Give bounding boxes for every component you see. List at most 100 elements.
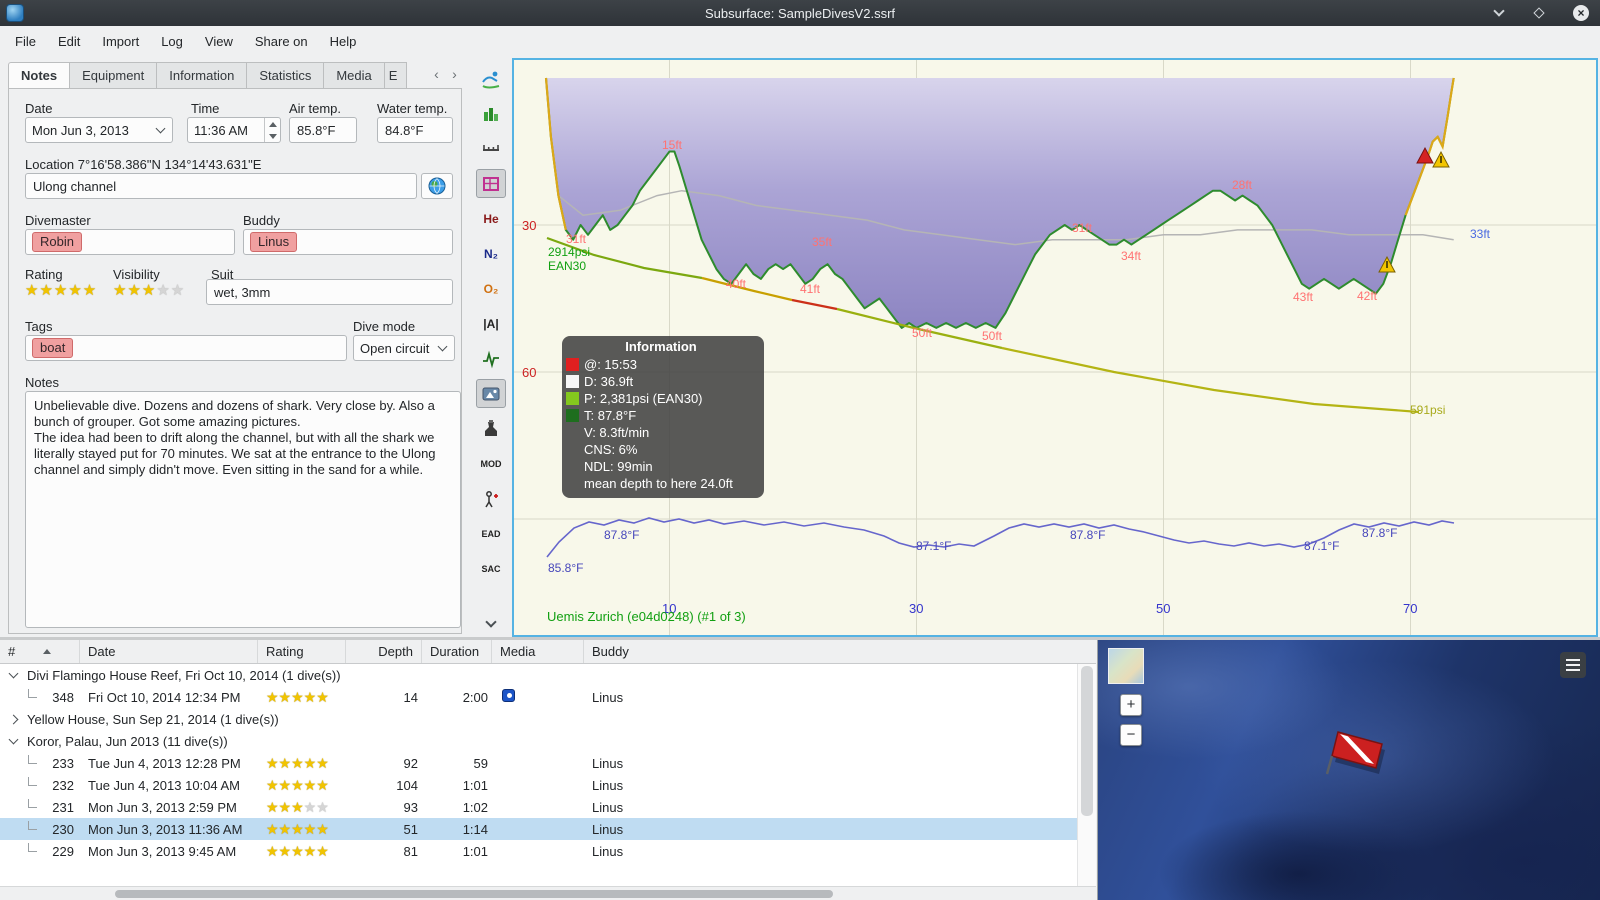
location-globe-button[interactable] (421, 173, 453, 199)
mod-toggle-button[interactable]: MOD (476, 449, 506, 478)
ambient-pressure-icon: |A| (483, 316, 499, 331)
notes-textarea[interactable]: Unbelievable dive. Dozens and dozens of … (25, 391, 461, 628)
dive-row-selected[interactable]: 230 Mon Jun 3, 2013 11:36 AM ★★★★★ 51 1:… (0, 818, 1096, 840)
buddy-chip[interactable]: Linus (250, 232, 298, 252)
tab-media[interactable]: Media (324, 62, 385, 89)
vertical-scrollbar[interactable] (1077, 664, 1096, 886)
dive-duration: 1:01 (462, 777, 488, 793)
dive-site-flag-marker[interactable] (1326, 718, 1396, 782)
menu-file[interactable]: File (4, 30, 47, 53)
menu-help[interactable]: Help (319, 30, 368, 53)
tag-chip[interactable]: boat (32, 338, 74, 358)
col-header-number[interactable]: # (0, 640, 80, 663)
tab-extra[interactable]: E (384, 62, 407, 89)
ambient-pressure-toggle-button[interactable]: |A| (476, 309, 506, 338)
dive-rating: ★★★★★ (266, 776, 329, 793)
location-field[interactable] (25, 173, 417, 199)
tab-scroll-right[interactable]: › (447, 66, 462, 84)
collapse-caret-icon[interactable] (8, 668, 19, 679)
divemaster-chip[interactable]: Robin (32, 232, 82, 252)
menu-view[interactable]: View (194, 30, 244, 53)
map-zoom-in-button[interactable]: + (1120, 694, 1142, 716)
time-spinbox[interactable]: 11:36 AM (187, 117, 281, 143)
heart-rate-toggle-button[interactable] (476, 344, 506, 373)
dive-row[interactable]: 231 Mon Jun 3, 2013 2:59 PM ★★★★★ 93 1:0… (0, 796, 1096, 818)
col-header-rating[interactable]: Rating (258, 640, 346, 663)
tab-information[interactable]: Information (157, 62, 248, 89)
tags-field[interactable]: boat (25, 335, 347, 361)
nitrogen-icon: N₂ (484, 246, 498, 261)
map-zoom-out-button[interactable]: − (1120, 724, 1142, 746)
map-panel[interactable]: + − (1097, 640, 1600, 900)
dive-mode-select[interactable]: Open circuit (353, 335, 455, 361)
title-bar: Subsurface: SampleDivesV2.ssrf × (0, 0, 1600, 26)
maximize-button[interactable] (1530, 4, 1548, 22)
pp-oxygen-toggle-button[interactable]: O₂ (476, 274, 506, 303)
menu-import[interactable]: Import (91, 30, 150, 53)
menu-share-on[interactable]: Share on (244, 30, 319, 53)
close-button[interactable]: × (1572, 4, 1590, 22)
scrollbar-thumb[interactable] (1081, 666, 1093, 816)
deco-toggle-button[interactable] (476, 484, 506, 513)
dive-row[interactable]: 232 Tue Jun 4, 2013 10:04 AM ★★★★★ 104 1… (0, 774, 1096, 796)
trip-row[interactable]: Divi Flamingo House Reef, Fri Oct 10, 20… (0, 664, 1096, 686)
tab-notes[interactable]: Notes (8, 62, 71, 89)
divemaster-field[interactable]: Robin (25, 229, 235, 255)
tab-scroll-left[interactable]: ‹ (429, 66, 444, 84)
media-icon[interactable] (502, 689, 515, 702)
toolbar-scroll-down-button[interactable] (485, 614, 497, 629)
dive-row[interactable]: 229 Mon Jun 3, 2013 9:45 AM ★★★★★ 81 1:0… (0, 840, 1096, 862)
scrollbar-thumb[interactable] (115, 890, 833, 898)
ruler-toggle-button[interactable] (476, 414, 506, 443)
sac-toggle-button[interactable]: SAC (476, 554, 506, 583)
expand-caret-icon[interactable] (8, 714, 19, 724)
photos-toggle-button[interactable] (476, 379, 506, 408)
collapse-caret-icon[interactable] (8, 734, 19, 745)
visibility-stars[interactable]: ★★★★★ (113, 281, 185, 299)
tank-bar-toggle-button[interactable] (476, 99, 506, 128)
heart-rate-icon (483, 350, 499, 368)
col-header-buddy[interactable]: Buddy (584, 640, 1096, 663)
infobox-mean-depth: mean depth to here 24.0ft (584, 476, 733, 491)
col-header-depth[interactable]: Depth (346, 640, 422, 663)
col-header-media[interactable]: Media (492, 640, 584, 663)
ceiling-toggle-button[interactable] (476, 169, 506, 198)
dive-row[interactable]: 348 Fri Oct 10, 2014 12:34 PM ★★★★★ 14 2… (0, 686, 1096, 708)
dive-notes-panel: Notes Equipment Information Statistics M… (0, 56, 468, 637)
col-header-date[interactable]: Date (80, 640, 258, 663)
minimize-button[interactable] (1490, 4, 1508, 22)
time-spin-buttons[interactable] (264, 118, 280, 142)
air-temp-field[interactable] (289, 117, 357, 143)
menu-log[interactable]: Log (150, 30, 194, 53)
dive-row[interactable]: 233 Tue Jun 4, 2013 12:28 PM ★★★★★ 92 59… (0, 752, 1096, 774)
scale-toggle-button[interactable] (476, 134, 506, 163)
swatch-none (566, 426, 579, 439)
date-select[interactable]: Mon Jun 3, 2013 (25, 117, 173, 143)
water-temp-field[interactable] (377, 117, 453, 143)
map-type-thumbnail[interactable] (1108, 648, 1144, 684)
tab-equipment[interactable]: Equipment (70, 62, 158, 89)
pp-nitrogen-toggle-button[interactable]: N₂ (476, 239, 506, 268)
infobox-pressure: P: 2,381psi (EAN30) (584, 391, 703, 406)
dive-mode-value: Open circuit (360, 340, 430, 356)
horizontal-scrollbar[interactable] (0, 886, 1096, 900)
swimmer-toggle-button[interactable] (476, 64, 506, 93)
dive-date: Mon Jun 3, 2013 9:45 AM (88, 843, 237, 859)
ead-toggle-button[interactable]: EAD (476, 519, 506, 548)
rating-stars[interactable]: ★★★★★ (25, 281, 97, 299)
trip-row[interactable]: Yellow House, Sun Sep 21, 2014 (1 dive(s… (0, 708, 1096, 730)
col-header-duration[interactable]: Duration (422, 640, 492, 663)
suit-field[interactable] (206, 279, 453, 305)
tab-statistics[interactable]: Statistics (247, 62, 325, 89)
trip-row[interactable]: Koror, Palau, Jun 2013 (11 dive(s)) (0, 730, 1096, 752)
infobox-ndl: NDL: 99min (584, 459, 653, 474)
infobox-title: Information (625, 339, 697, 354)
dive-profile[interactable]: 30 60 10 30 50 70 31ft 15ft 40ft 35ft 41ft 50ft 50ft… (512, 58, 1598, 637)
map-menu-button[interactable] (1560, 652, 1586, 678)
buddy-field[interactable]: Linus (243, 229, 453, 255)
pp-helium-toggle-button[interactable]: He (476, 204, 506, 233)
dive-list-header: # Date Rating Depth Duration Media Buddy (0, 640, 1096, 664)
dive-buddy: Linus (592, 843, 624, 859)
menu-edit[interactable]: Edit (47, 30, 91, 53)
chevron-down-icon (155, 123, 166, 134)
